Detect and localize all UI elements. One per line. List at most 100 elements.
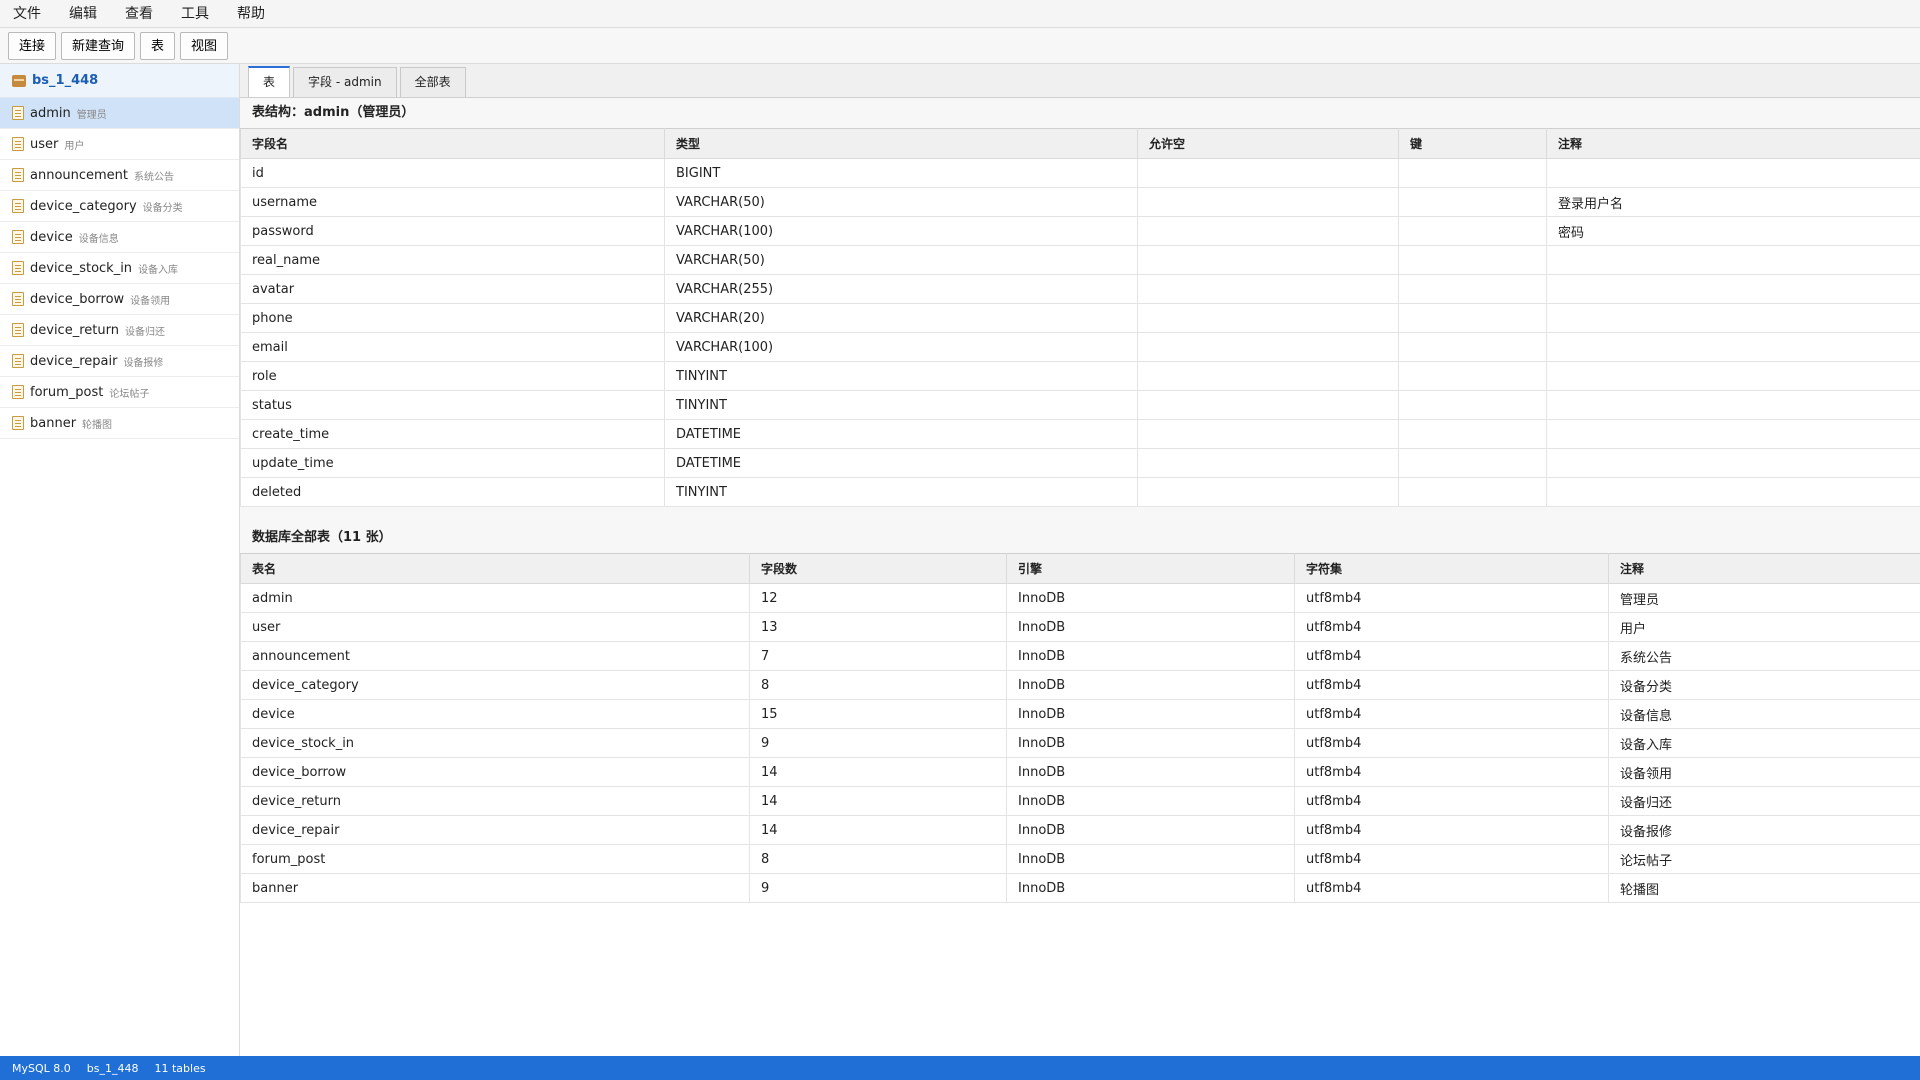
- table-cell: utf8mb4: [1294, 757, 1609, 787]
- table-cell: device_repair: [240, 815, 750, 845]
- sidebar-table-comment: 设备信息: [78, 233, 119, 245]
- table-cell: 设备归还: [1608, 786, 1920, 816]
- table-cell: 设备报修: [1608, 815, 1920, 845]
- table-row[interactable]: admin 12 InnoDB utf8mb4 管理员: [240, 583, 1920, 613]
- column-header[interactable]: 字符集: [1294, 553, 1609, 584]
- status-server-version: MySQL 8.0: [12, 1061, 71, 1075]
- field-row[interactable]: deleted TINYINT: [240, 477, 1920, 507]
- section-gap: [240, 507, 1920, 523]
- table-cell: status: [240, 390, 665, 420]
- table-row[interactable]: device_category 8 InnoDB utf8mb4 设备分类: [240, 670, 1920, 700]
- table-cell: InnoDB: [1006, 699, 1295, 729]
- field-row[interactable]: status TINYINT: [240, 390, 1920, 420]
- connect-button[interactable]: 连接: [8, 31, 57, 60]
- status-table-count: 11 tables: [154, 1061, 206, 1075]
- menu-tools[interactable]: 工具: [174, 0, 216, 28]
- field-row[interactable]: create_time DATETIME: [240, 419, 1920, 449]
- menu-file[interactable]: 文件: [6, 0, 48, 28]
- sidebar-table-device[interactable]: device 设备信息: [0, 222, 239, 253]
- table-row[interactable]: user 13 InnoDB utf8mb4 用户: [240, 612, 1920, 642]
- sidebar-table-name: forum_post: [30, 384, 104, 400]
- table-cell: VARCHAR(100): [664, 332, 1138, 362]
- table-cell: [1546, 477, 1920, 507]
- column-header[interactable]: 类型: [664, 128, 1138, 159]
- column-header[interactable]: 键: [1398, 128, 1547, 159]
- table-cell: utf8mb4: [1294, 583, 1609, 613]
- menu-view[interactable]: 查看: [118, 0, 160, 28]
- column-header[interactable]: 注释: [1608, 553, 1920, 584]
- table-cell: utf8mb4: [1294, 699, 1609, 729]
- table-cell: 13: [749, 612, 1007, 642]
- table-cell: InnoDB: [1006, 641, 1295, 671]
- field-row[interactable]: update_time DATETIME: [240, 448, 1920, 478]
- table-cell: [1137, 274, 1399, 304]
- sidebar-table-user[interactable]: user 用户: [0, 129, 239, 160]
- table-row[interactable]: device_stock_in 9 InnoDB utf8mb4 设备入库: [240, 728, 1920, 758]
- sidebar-table-admin[interactable]: admin 管理员: [0, 98, 239, 129]
- column-header[interactable]: 字段名: [240, 128, 665, 159]
- table-row[interactable]: forum_post 8 InnoDB utf8mb4 论坛帖子: [240, 844, 1920, 874]
- table-cell: 设备分类: [1608, 670, 1920, 700]
- table-cell: [1137, 216, 1399, 246]
- table-icon: [12, 416, 24, 430]
- table-cell: utf8mb4: [1294, 786, 1609, 816]
- table-row[interactable]: device 15 InnoDB utf8mb4 设备信息: [240, 699, 1920, 729]
- column-header[interactable]: 表名: [240, 553, 750, 584]
- sidebar-table-device-borrow[interactable]: device_borrow 设备领用: [0, 284, 239, 315]
- sidebar-table-name: user: [30, 136, 59, 152]
- table-cell: 8: [749, 670, 1007, 700]
- tab-all-tables[interactable]: 全部表: [399, 67, 466, 97]
- table-row[interactable]: banner 9 InnoDB utf8mb4 轮播图: [240, 873, 1920, 903]
- field-row[interactable]: username VARCHAR(50) 登录用户名: [240, 187, 1920, 217]
- table-cell: [1398, 216, 1547, 246]
- table-row[interactable]: device_borrow 14 InnoDB utf8mb4 设备领用: [240, 757, 1920, 787]
- table-cell: 12: [749, 583, 1007, 613]
- tab-table[interactable]: 表: [248, 66, 291, 97]
- field-row[interactable]: id BIGINT: [240, 158, 1920, 188]
- field-row[interactable]: role TINYINT: [240, 361, 1920, 391]
- sidebar-table-device-category[interactable]: device_category 设备分类: [0, 191, 239, 222]
- column-header[interactable]: 引擎: [1006, 553, 1295, 584]
- tables-button[interactable]: 表: [140, 31, 176, 60]
- field-row[interactable]: avatar VARCHAR(255): [240, 274, 1920, 304]
- table-row[interactable]: device_repair 14 InnoDB utf8mb4 设备报修: [240, 815, 1920, 845]
- sidebar-table-device-return[interactable]: device_return 设备归还: [0, 315, 239, 346]
- field-row[interactable]: phone VARCHAR(20): [240, 303, 1920, 333]
- table-cell: device_stock_in: [240, 728, 750, 758]
- sidebar-table-name: device_stock_in: [30, 260, 133, 276]
- table-cell: [1398, 419, 1547, 449]
- sidebar-table-forum-post[interactable]: forum_post 论坛帖子: [0, 377, 239, 408]
- menu-help[interactable]: 帮助: [230, 0, 272, 28]
- sidebar-table-comment: 设备入库: [138, 264, 179, 276]
- field-row[interactable]: email VARCHAR(100): [240, 332, 1920, 362]
- table-row[interactable]: announcement 7 InnoDB utf8mb4 系统公告: [240, 641, 1920, 671]
- field-row[interactable]: real_name VARCHAR(50): [240, 245, 1920, 275]
- sidebar-table-banner[interactable]: banner 轮播图: [0, 408, 239, 439]
- views-button[interactable]: 视图: [180, 31, 229, 60]
- field-row[interactable]: password VARCHAR(100) 密码: [240, 216, 1920, 246]
- database-node[interactable]: bs_1_448: [0, 64, 239, 98]
- column-header[interactable]: 注释: [1546, 128, 1920, 159]
- menu-edit[interactable]: 编辑: [62, 0, 104, 28]
- all-tables-table: 表名 字段数 引擎 字符集 注释 admin 12 InnoDB utf8mb4 管理员 user…: [240, 553, 1920, 903]
- column-header[interactable]: 允许空: [1137, 128, 1399, 159]
- table-row[interactable]: device_return 14 InnoDB utf8mb4 设备归还: [240, 786, 1920, 816]
- sidebar-table-name: device_borrow: [30, 291, 125, 307]
- sidebar-table-name: admin: [30, 105, 71, 121]
- table-icon: [12, 323, 24, 337]
- table-cell: [1137, 303, 1399, 333]
- sidebar-table-name: device_category: [30, 198, 137, 214]
- sidebar-table-device-repair[interactable]: device_repair 设备报修: [0, 346, 239, 377]
- sidebar-table-name: banner: [30, 415, 77, 431]
- column-header[interactable]: 字段数: [749, 553, 1007, 584]
- table-cell: [1398, 274, 1547, 304]
- sidebar-table-comment: 系统公告: [134, 171, 175, 183]
- main-panel: 表 字段 - admin 全部表 表结构：admin（管理员） 字段名 类型 允许空…: [240, 64, 1920, 1056]
- table-cell: device_return: [240, 786, 750, 816]
- sidebar-table-announcement[interactable]: announcement 系统公告: [0, 160, 239, 191]
- new-query-button[interactable]: 新建查询: [61, 31, 136, 60]
- table-cell: [1546, 448, 1920, 478]
- tab-fields-admin[interactable]: 字段 - admin: [293, 67, 397, 97]
- sidebar-table-device-stock-in[interactable]: device_stock_in 设备入库: [0, 253, 239, 284]
- table-cell: [1398, 158, 1547, 188]
